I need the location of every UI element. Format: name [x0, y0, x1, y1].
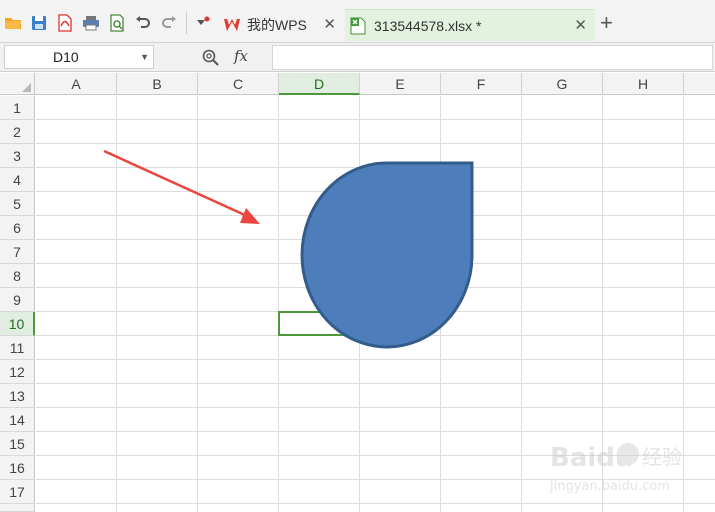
customize-toolbar-icon[interactable] — [193, 13, 213, 33]
row-header-8[interactable]: 8 — [0, 264, 35, 288]
row-header-2[interactable]: 2 — [0, 120, 35, 144]
column-header-a[interactable]: A — [36, 73, 117, 95]
print-icon[interactable] — [81, 13, 101, 33]
row-header-7[interactable]: 7 — [0, 240, 35, 264]
column-header-f[interactable]: F — [441, 73, 522, 95]
active-cell-d10[interactable] — [278, 311, 360, 336]
spreadsheet-file-icon — [350, 17, 368, 35]
close-tab-icon[interactable]: ✕ — [574, 18, 587, 33]
tab-my-wps[interactable]: 我的WPS ✕ — [218, 9, 344, 41]
zoom-icon[interactable] — [201, 48, 221, 66]
tab-workbook-label: 313544578.xlsx * — [374, 17, 482, 34]
row-header-14[interactable]: 14 — [0, 408, 35, 432]
row-header-11[interactable]: 11 — [0, 336, 35, 360]
redo-icon[interactable] — [159, 13, 179, 33]
row-header-5[interactable]: 5 — [0, 192, 35, 216]
column-header-h[interactable]: H — [603, 73, 684, 95]
row-header-1[interactable]: 1 — [0, 96, 35, 120]
name-box-dropdown-icon[interactable]: ▼ — [140, 46, 149, 68]
formula-input[interactable] — [272, 45, 713, 70]
row-header-9[interactable]: 9 — [0, 288, 35, 312]
open-folder-icon[interactable] — [3, 13, 23, 33]
paw-icon — [617, 443, 639, 465]
row-header-17[interactable]: 17 — [0, 480, 35, 504]
name-box[interactable]: D10 ▼ — [4, 45, 154, 69]
new-tab-icon[interactable]: + — [600, 12, 613, 34]
row-header-3[interactable]: 3 — [0, 144, 35, 168]
column-header-e[interactable]: E — [360, 73, 441, 95]
column-header-overflow[interactable] — [684, 73, 715, 95]
watermark-url: jingyan.baidu.com — [549, 479, 670, 494]
tab-my-wps-label: 我的WPS — [247, 17, 307, 33]
row-header-12[interactable]: 12 — [0, 360, 35, 384]
tab-workbook[interactable]: 313544578.xlsx * ✕ — [345, 9, 595, 41]
export-pdf-icon[interactable] — [55, 13, 75, 33]
column-header-c[interactable]: C — [198, 73, 279, 95]
column-header-g[interactable]: G — [522, 73, 603, 95]
title-tab-bar: 我的WPS ✕ 313544578.xlsx * ✕ + — [0, 0, 715, 43]
close-tab-icon[interactable]: ✕ — [323, 17, 336, 32]
print-preview-icon[interactable] — [107, 13, 127, 33]
function-icon[interactable]: fx — [234, 47, 248, 65]
baidu-jingyan-watermark: Baidu 经验 jingyan.baidu.com — [549, 443, 682, 494]
spreadsheet-app: 我的WPS ✕ 313544578.xlsx * ✕ + D10 ▼ fx A … — [0, 0, 715, 512]
row-header-15[interactable]: 15 — [0, 432, 35, 456]
column-header-row: A B C D E F G H — [0, 73, 715, 95]
watermark-cn: 经验 — [642, 445, 682, 469]
save-icon[interactable] — [29, 13, 49, 33]
row-header-13[interactable]: 13 — [0, 384, 35, 408]
row-header-10[interactable]: 10 — [0, 312, 35, 336]
name-box-value: D10 — [53, 49, 79, 65]
column-header-d[interactable]: D — [279, 73, 360, 95]
toolbar-separator — [186, 12, 187, 34]
row-header-4[interactable]: 4 — [0, 168, 35, 192]
wps-logo-icon — [223, 16, 241, 34]
undo-icon[interactable] — [133, 13, 153, 33]
row-header-16[interactable]: 16 — [0, 456, 35, 480]
select-all-corner[interactable] — [0, 73, 35, 95]
column-header-b[interactable]: B — [117, 73, 198, 95]
row-header-overflow[interactable] — [0, 504, 35, 512]
row-header-6[interactable]: 6 — [0, 216, 35, 240]
